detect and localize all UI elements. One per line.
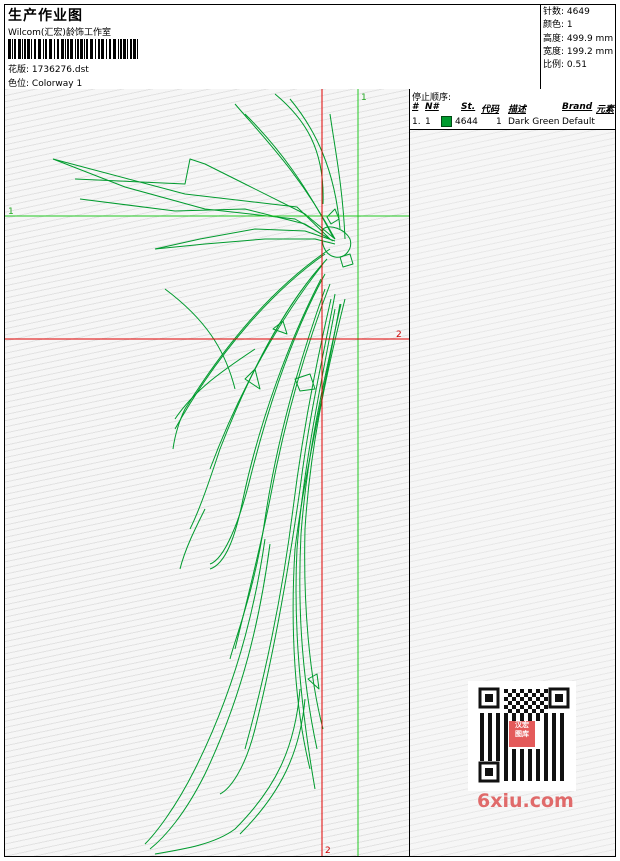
col-description: 描述 xyxy=(508,105,527,115)
barcode xyxy=(8,39,138,59)
guide-marker-green-top: 1 xyxy=(361,93,367,103)
design-label: 花版: xyxy=(8,65,30,75)
stat-height: 高度: 499.9 mm xyxy=(543,33,614,44)
leaf-stroke xyxy=(79,198,334,242)
stat-width: 宽度: 199.2 mm xyxy=(543,46,614,57)
thread-color-swatch xyxy=(441,116,452,127)
embroidery-strokes xyxy=(52,93,354,855)
strand-stroke xyxy=(299,303,342,750)
stat-stitches: 针数: 4649 xyxy=(543,7,590,17)
guide-marker-red-bottom: 2 xyxy=(325,846,331,856)
row-brand: Default xyxy=(562,117,595,127)
colorway-row: 色位: Colorway 1 xyxy=(8,76,82,89)
leaf-stroke xyxy=(154,238,336,250)
strand-stroke xyxy=(189,258,328,530)
knot-stroke xyxy=(339,253,354,268)
stat-colors: 颜色: 1 xyxy=(543,20,573,31)
strand-stroke xyxy=(219,293,336,795)
design-canvas: 1 1 2 2 xyxy=(5,89,410,856)
colorway-label: 色位: xyxy=(8,79,30,89)
col-stitches: St. xyxy=(461,102,476,112)
company-name: Wilcom(汇宏)龄饰工作室 xyxy=(8,28,111,38)
design-row: 花版: 1736276.dst xyxy=(8,62,89,75)
strand-stroke xyxy=(149,543,271,850)
row-stitches: 4644 xyxy=(455,117,478,127)
col-code: 代码 xyxy=(481,105,500,115)
col-index: # xyxy=(412,102,419,112)
sheet-header: 生产作业图 Wilcom(汇宏)龄饰工作室 花版: 1736276.dst 色位… xyxy=(5,5,615,90)
row-needle: 1 xyxy=(425,117,431,127)
guide-marker-green-left: 1 xyxy=(8,207,14,217)
strand-stroke xyxy=(209,273,326,565)
leaf-stroke xyxy=(289,98,341,230)
strand-stroke xyxy=(229,288,326,660)
stat-scale: 比例: 0.51 xyxy=(543,60,587,71)
strand-stroke xyxy=(179,508,206,570)
qr-code: 汉宏 图库 xyxy=(468,681,576,791)
col-brand: Brand xyxy=(562,102,593,112)
site-watermark: 6xiu.com xyxy=(477,790,574,812)
design-file: 1736276.dst xyxy=(31,65,89,75)
strand-stroke xyxy=(174,253,326,430)
strand-stroke xyxy=(144,538,266,845)
stop-sequence-table: 停止顺序: # N# St. 代码 描述 Brand 元素 1. 1 4644 … xyxy=(410,89,615,130)
stats-box: 针数: 4649 颜色: 1 高度: 499.9 mm 宽度: 199.2 mm… xyxy=(540,5,615,89)
qr-logo-badge: 汉宏 图库 xyxy=(509,721,535,747)
strand-stroke xyxy=(209,263,324,470)
guide-marker-red-right: 2 xyxy=(396,330,402,340)
leaf-stroke xyxy=(52,158,331,240)
row-description: Dark Green xyxy=(508,117,560,127)
strand-stroke xyxy=(295,308,336,790)
leaf-stroke xyxy=(52,158,331,240)
sheet-title: 生产作业图 xyxy=(8,8,83,24)
row-index: 1. xyxy=(412,117,421,127)
col-needle: N# xyxy=(425,102,439,112)
strand-stroke xyxy=(154,688,301,855)
row-code: 1 xyxy=(496,117,502,127)
leaf-stroke xyxy=(74,158,336,240)
colorway-value: Colorway 1 xyxy=(31,79,83,89)
col-element: 元素 xyxy=(596,105,615,115)
embroidery-drawing: 1 1 2 2 xyxy=(5,89,409,856)
